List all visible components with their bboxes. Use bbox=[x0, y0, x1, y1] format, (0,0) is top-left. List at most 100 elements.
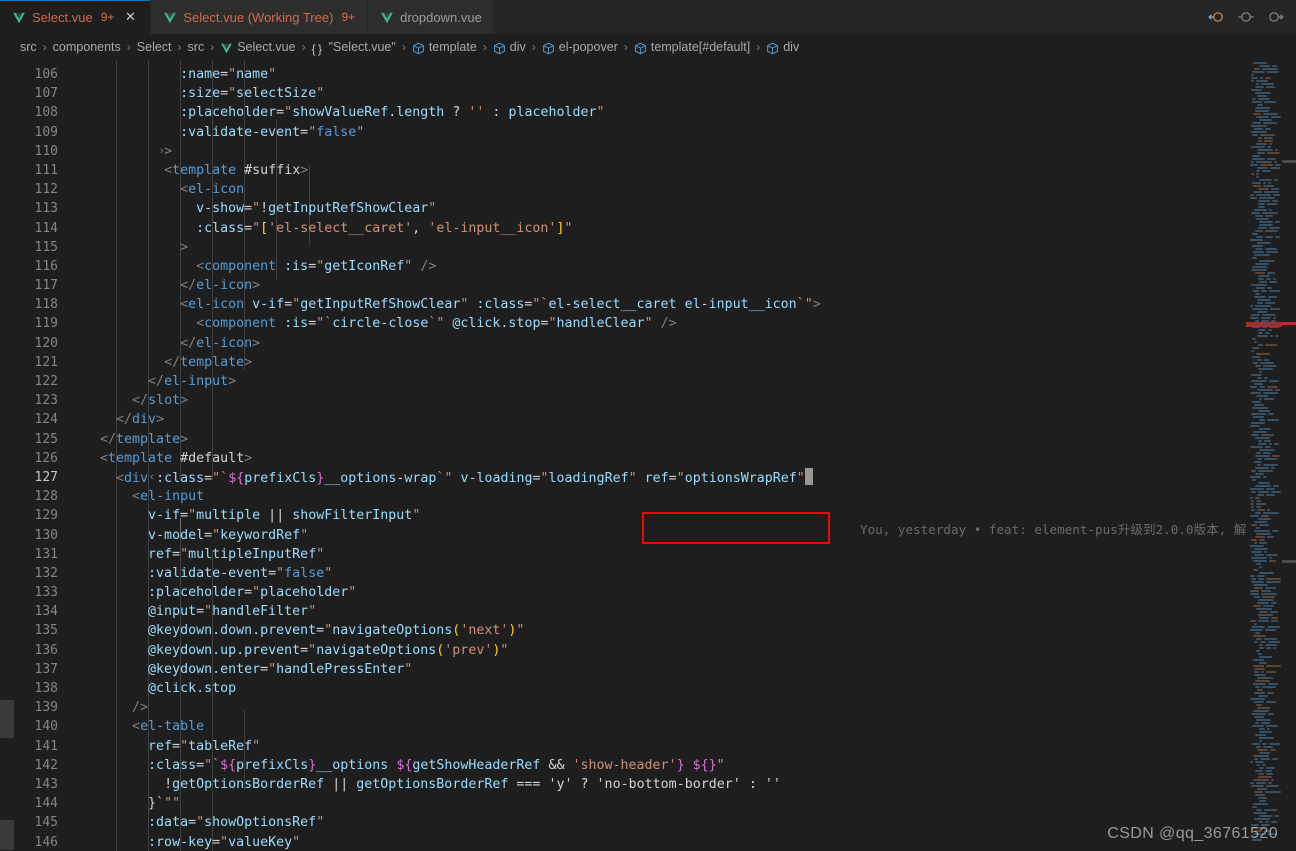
code-line[interactable]: :row-key="valueKey" bbox=[84, 833, 1246, 851]
minimap-line bbox=[1267, 158, 1276, 160]
code-line[interactable]: ref="multipleInputRef" bbox=[84, 545, 1246, 564]
minimap-line bbox=[1251, 77, 1258, 79]
code-content[interactable]: :name="name" :size="selectSize" :placeho… bbox=[84, 60, 1246, 851]
minimap-line bbox=[1265, 128, 1271, 130]
code-line[interactable]: <el-table bbox=[84, 717, 1246, 736]
code-line[interactable]: </div> bbox=[84, 410, 1246, 429]
minimap-line bbox=[1255, 107, 1270, 109]
code-line[interactable]: > bbox=[84, 142, 1246, 161]
code-line[interactable]: v-show="!getInputRefShowClear" bbox=[84, 199, 1246, 218]
line-number: 129 bbox=[34, 508, 58, 524]
minimap-line bbox=[1255, 512, 1261, 514]
toggle-change-icon[interactable] bbox=[1236, 7, 1256, 27]
code-line[interactable]: </el-input> bbox=[84, 372, 1246, 391]
code-line[interactable]: <el-icon v-if="getInputRefShowClear" :cl… bbox=[84, 295, 1246, 314]
previous-change-icon[interactable] bbox=[1206, 7, 1226, 27]
breadcrumb: src › components › Select › src › Select.vue › { }… bbox=[0, 34, 1296, 60]
minimap-line bbox=[1251, 509, 1255, 511]
code-line[interactable]: :placeholder="showValueRef.length ? '' :… bbox=[84, 103, 1246, 122]
minimap-line bbox=[1266, 278, 1271, 280]
code-line[interactable]: ref="tableRef" bbox=[84, 737, 1246, 756]
code-line[interactable]: <el-input bbox=[84, 487, 1246, 506]
code-line[interactable]: /> bbox=[84, 698, 1246, 717]
minimap-line bbox=[1257, 707, 1270, 709]
code-line[interactable]: @keydown.enter="handlePressEnter" bbox=[84, 660, 1246, 679]
minimap-line bbox=[1255, 536, 1265, 538]
tab-select-vue[interactable]: Select.vue 9+ ✕ bbox=[0, 0, 152, 34]
minimap-line bbox=[1253, 584, 1268, 586]
close-icon[interactable]: ✕ bbox=[122, 9, 138, 25]
code-line[interactable]: :validate-event="false" bbox=[84, 564, 1246, 583]
minimap-line bbox=[1259, 821, 1263, 823]
minimap-line bbox=[1267, 152, 1280, 154]
code-line[interactable]: @keydown.up.prevent="navigateOptions('pr… bbox=[84, 641, 1246, 660]
code-line[interactable]: :class="['el-select__caret', 'el-input__… bbox=[84, 219, 1246, 238]
code-line[interactable]: </template> bbox=[84, 353, 1246, 372]
code-line[interactable]: }`"" bbox=[84, 794, 1246, 813]
code-line[interactable]: <component :is="getIconRef" /> bbox=[84, 257, 1246, 276]
code-line[interactable]: :class="`${prefixCls}__options ${getShow… bbox=[84, 756, 1246, 775]
minimap-line bbox=[1255, 734, 1266, 736]
minimap-line bbox=[1272, 530, 1279, 532]
git-blame-annotation: You, yesterday • feat: element-pus升级到2.0… bbox=[860, 522, 1247, 537]
code-line[interactable]: </el-icon> bbox=[84, 334, 1246, 353]
minimap-line bbox=[1273, 278, 1276, 280]
minimap-line bbox=[1259, 65, 1270, 67]
tab-select-vue-working-tree[interactable]: Select.vue (Working Tree) 9+ bbox=[151, 0, 369, 34]
minimap-line bbox=[1256, 116, 1269, 118]
breadcrumb-item-template-default-[interactable]: template[#default] bbox=[634, 40, 750, 54]
breadcrumb-item-src[interactable]: src bbox=[20, 40, 37, 54]
breadcrumb-item-src[interactable]: src bbox=[188, 40, 205, 54]
minimap-line bbox=[1266, 701, 1276, 703]
code-line[interactable]: @click.stop bbox=[84, 679, 1246, 698]
minimap-line bbox=[1267, 536, 1274, 538]
minimap-line bbox=[1255, 215, 1263, 217]
minimap-line bbox=[1261, 593, 1277, 595]
minimap[interactable] bbox=[1246, 60, 1282, 851]
minimap-line bbox=[1254, 587, 1263, 589]
minimap-line bbox=[1252, 122, 1261, 124]
breadcrumb-item-div[interactable]: div bbox=[493, 40, 526, 54]
minimap-line bbox=[1253, 665, 1264, 667]
minimap-line bbox=[1258, 410, 1270, 412]
breadcrumb-item-select-vue[interactable]: Select.vue bbox=[220, 40, 296, 54]
code-line[interactable]: <div :class="`${prefixCls}__options-wrap… bbox=[84, 467, 1246, 487]
minimap-line bbox=[1256, 704, 1262, 706]
minimap-line bbox=[1264, 398, 1274, 400]
code-line[interactable]: <template #default> bbox=[84, 449, 1246, 468]
breadcrumb-item-select[interactable]: Select bbox=[137, 40, 172, 54]
code-line[interactable]: <component :is="`circle-close`" @click.s… bbox=[84, 314, 1246, 333]
editor-scrollbar[interactable] bbox=[1282, 60, 1296, 851]
code-line[interactable]: :validate-event="false" bbox=[84, 123, 1246, 142]
minimap-line bbox=[1257, 167, 1268, 169]
code-line[interactable]: </slot> bbox=[84, 391, 1246, 410]
minimap-line bbox=[1260, 641, 1266, 643]
code-line[interactable]: :name="name" bbox=[84, 65, 1246, 84]
breadcrumb-item-components[interactable]: components bbox=[53, 40, 121, 54]
code-line[interactable]: :data="showOptionsRef" bbox=[84, 813, 1246, 832]
code-line[interactable]: @input="handleFilter" bbox=[84, 602, 1246, 621]
code-line[interactable]: !getOptionsBorderRef || getOptionsBorder… bbox=[84, 775, 1246, 794]
code-line[interactable]: </template> bbox=[84, 430, 1246, 449]
code-line[interactable]: > bbox=[84, 238, 1246, 257]
minimap-line bbox=[1250, 197, 1257, 199]
code-line[interactable]: <el-icon bbox=[84, 180, 1246, 199]
line-number: 127 bbox=[34, 469, 58, 485]
minimap-line bbox=[1273, 485, 1279, 487]
code-line[interactable]: @keydown.down.prevent="navigateOptions('… bbox=[84, 621, 1246, 640]
breadcrumb-item--select-vue-[interactable]: { } "Select.vue" bbox=[312, 40, 396, 56]
next-change-icon[interactable] bbox=[1266, 7, 1286, 27]
code-line[interactable]: <template #suffix> bbox=[84, 161, 1246, 180]
breadcrumb-item-div[interactable]: div bbox=[766, 40, 799, 54]
code-line[interactable]: :placeholder="placeholder" bbox=[84, 583, 1246, 602]
minimap-line bbox=[1259, 767, 1264, 769]
code-line[interactable]: :size="selectSize" bbox=[84, 84, 1246, 103]
minimap-line bbox=[1261, 290, 1267, 292]
minimap-line bbox=[1268, 413, 1274, 415]
tab-dropdown-vue[interactable]: dropdown.vue bbox=[368, 0, 495, 34]
breadcrumb-item-template[interactable]: template bbox=[412, 40, 477, 54]
code-line[interactable]: </el-icon> bbox=[84, 276, 1246, 295]
fold-gutter[interactable]: › ‹ bbox=[70, 60, 164, 851]
code-editor[interactable]: 106 107 108 109 110 111 112 113 114 115 116 117 118 1… bbox=[0, 60, 1296, 851]
breadcrumb-item-el-popover[interactable]: el-popover bbox=[542, 40, 618, 54]
